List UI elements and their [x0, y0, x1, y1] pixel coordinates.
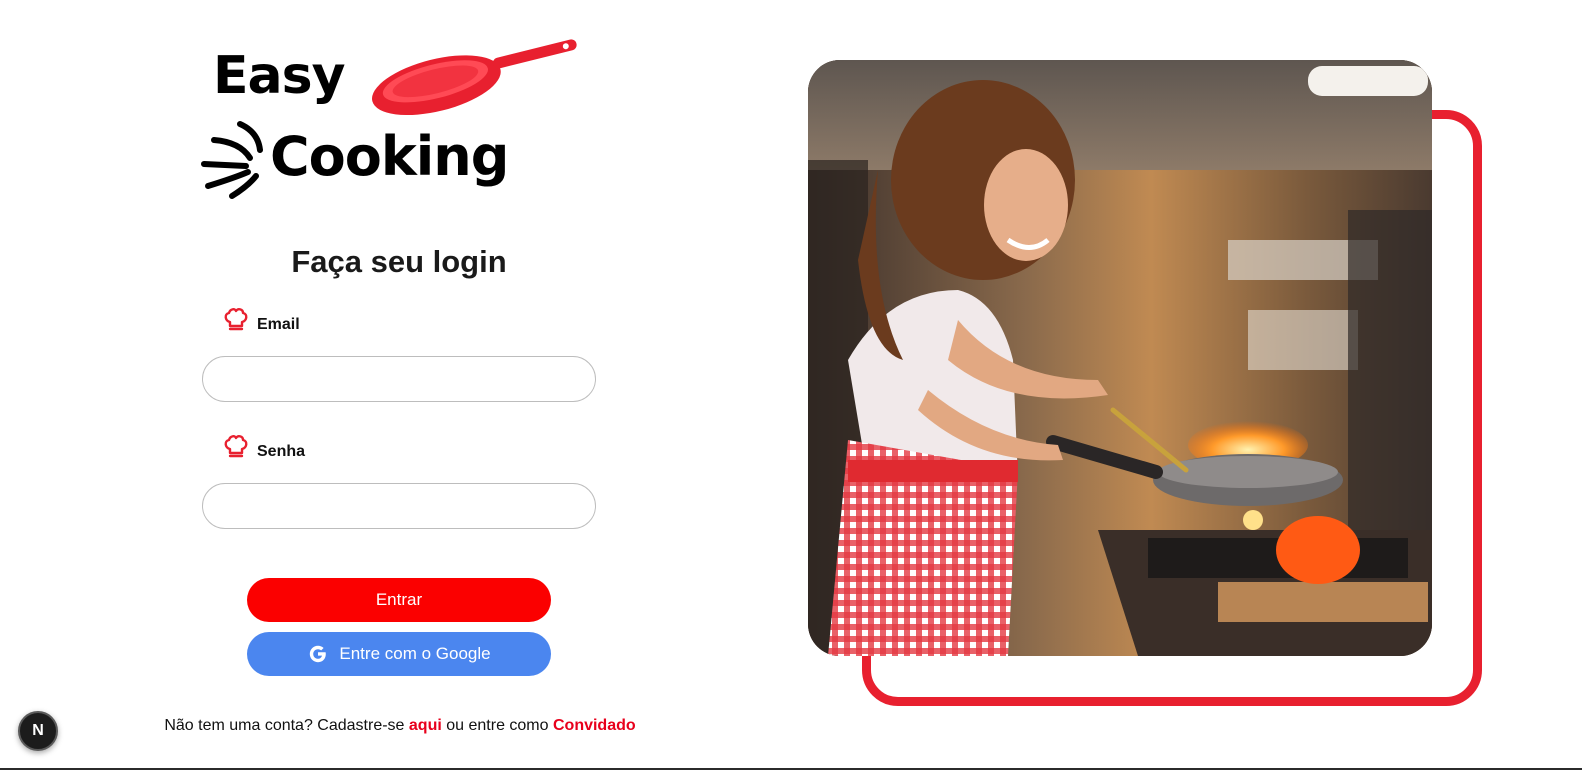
motion-lines-icon: [201, 121, 263, 199]
email-label: Email: [222, 306, 300, 334]
login-button[interactable]: Entrar: [247, 578, 551, 622]
logo-word-easy: Easy: [213, 46, 345, 106]
chef-hat-icon: [222, 433, 250, 461]
password-label: Senha: [222, 433, 305, 461]
google-login-label: Entre com o Google: [339, 644, 491, 663]
next-dev-badge[interactable]: N: [18, 711, 58, 751]
email-field[interactable]: [202, 356, 596, 402]
guest-prompt-text: ou entre como: [446, 717, 549, 734]
guest-login-link[interactable]: Convidado: [553, 717, 636, 734]
login-button-label: Entrar: [375, 590, 423, 609]
email-label-text: Email: [257, 316, 300, 333]
google-g-icon: [307, 643, 329, 665]
page-title: Faça seu login: [291, 244, 507, 279]
signup-prompt-text: Não tem uma conta? Cadastre-se: [164, 717, 405, 734]
woman-cooking-photo: [808, 60, 1432, 656]
password-label-text: Senha: [257, 443, 306, 460]
hero-cooking-photo: [808, 60, 1432, 656]
chef-hat-icon: [222, 306, 250, 334]
signup-link[interactable]: aqui: [409, 717, 442, 734]
logo-word-cooking: Cooking: [270, 125, 509, 188]
google-login-button[interactable]: Entre com o Google: [247, 632, 551, 676]
app-logo: Easy Cooking: [200, 14, 590, 204]
bottom-divider: [0, 768, 1582, 770]
password-field[interactable]: [202, 483, 596, 529]
signup-prompt: Não tem uma conta? Cadastre-se aqui ou e…: [120, 717, 680, 735]
frying-pan-icon: [372, 39, 577, 116]
